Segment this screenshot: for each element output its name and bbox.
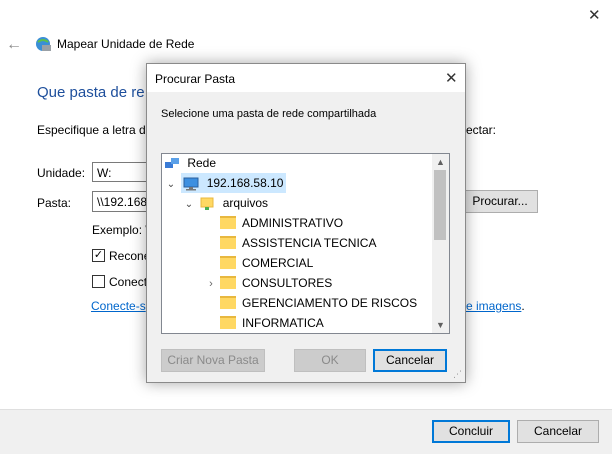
- dialog-cancel-button[interactable]: Cancelar: [373, 349, 447, 372]
- tree-label-folder: ASSISTENCIA TECNICA: [242, 236, 377, 250]
- drive-select[interactable]: W:: [92, 162, 152, 182]
- tree-item-share[interactable]: ⌄ arquivos: [162, 193, 432, 213]
- tree-label-folder: ADMINISTRATIVO: [242, 216, 344, 230]
- chevron-down-icon[interactable]: ⌄: [164, 175, 178, 195]
- connect-link[interactable]: Conecte-s: [91, 299, 146, 313]
- folder-tree[interactable]: Rede ⌄ 192.168.58.10 ⌄ arquivos ADMINIST…: [161, 153, 450, 334]
- new-folder-button[interactable]: Criar Nova Pasta: [161, 349, 265, 372]
- folder-icon: [220, 256, 236, 270]
- network-drive-icon: [34, 35, 52, 56]
- instruction-text-end: ectar:: [466, 123, 497, 137]
- reconnect-label: Recone: [109, 249, 151, 263]
- image-link-container: e imagens.: [466, 299, 525, 313]
- tree-label-folder: GERENCIAMENTO DE RISCOS: [242, 296, 418, 310]
- scroll-down-icon[interactable]: ▼: [432, 317, 449, 333]
- tree-item-folder[interactable]: COMERCIAL: [220, 253, 313, 273]
- network-icon: [164, 154, 180, 173]
- tree-item-host[interactable]: ⌄ 192.168.58.10: [162, 173, 432, 193]
- browse-folder-dialog: Procurar Pasta ✕ Selecione uma pasta de …: [146, 63, 466, 383]
- window-title: Mapear Unidade de Rede: [57, 37, 195, 51]
- tree-item-network[interactable]: Rede: [162, 154, 432, 173]
- link-suffix: .: [521, 299, 525, 313]
- tree-label-host: 192.168.58.10: [206, 176, 284, 190]
- finish-button[interactable]: Concluir: [432, 420, 510, 443]
- dialog-title: Procurar Pasta: [155, 72, 236, 86]
- chevron-down-icon[interactable]: ⌄: [182, 195, 196, 215]
- folder-icon: [220, 236, 236, 250]
- tree-label-share: arquivos: [222, 196, 269, 210]
- scrollbar-thumb[interactable]: [434, 170, 446, 240]
- other-credentials-label: Conect: [109, 275, 148, 289]
- chevron-right-icon[interactable]: ›: [202, 274, 220, 294]
- browse-button[interactable]: Procurar...: [462, 190, 538, 213]
- tree-item-folder[interactable]: GERENCIAMENTO DE RISCOS: [220, 293, 417, 313]
- other-credentials-checkbox[interactable]: [92, 275, 105, 288]
- page-heading: Que pasta de re: [37, 84, 145, 101]
- tree-label-folder: CONSULTORES: [242, 276, 333, 290]
- dialog-close-icon[interactable]: ✕: [445, 69, 458, 87]
- computer-icon: [183, 173, 199, 193]
- folder-icon: [220, 216, 236, 230]
- cancel-button[interactable]: Cancelar: [517, 420, 599, 443]
- folder-path-input[interactable]: \\192.168: [92, 191, 152, 212]
- folder-label: Pasta:: [37, 196, 72, 210]
- dialog-description: Selecione uma pasta de rede compartilhad…: [161, 108, 377, 120]
- folder-icon: [220, 276, 236, 290]
- reconnect-checkbox[interactable]: ✓: [92, 249, 105, 262]
- scroll-up-icon[interactable]: ▲: [432, 154, 449, 170]
- tree-item-folder[interactable]: ASSISTENCIA TECNICA: [220, 233, 376, 253]
- tree-label-folder: COMERCIAL: [242, 256, 314, 270]
- folder-icon: [220, 296, 236, 310]
- resize-grip-icon[interactable]: ⋰: [453, 369, 462, 380]
- drive-label: Unidade:: [37, 166, 86, 180]
- network-share-icon: [199, 193, 215, 213]
- tree-item-folder[interactable]: › CONSULTORES: [202, 273, 332, 293]
- tree-scrollbar[interactable]: ▲ ▼: [432, 154, 449, 333]
- tree-item-folder[interactable]: INFORMATICA: [220, 313, 324, 333]
- folder-icon: [220, 316, 236, 330]
- back-arrow-icon[interactable]: ←: [6, 36, 22, 54]
- close-icon[interactable]: ✕: [588, 6, 601, 24]
- tree-item-folder[interactable]: ADMINISTRATIVO: [220, 213, 343, 233]
- instruction-text: Especifique a letra de: [37, 123, 153, 137]
- ok-button[interactable]: OK: [294, 349, 366, 372]
- tree-label-network: Rede: [187, 156, 217, 170]
- example-text: Exemplo: \: [92, 223, 149, 237]
- image-link[interactable]: e imagens: [466, 299, 521, 313]
- tree-item-host-selected: 192.168.58.10: [181, 173, 287, 193]
- tree-label-folder: INFORMATICA: [242, 316, 324, 330]
